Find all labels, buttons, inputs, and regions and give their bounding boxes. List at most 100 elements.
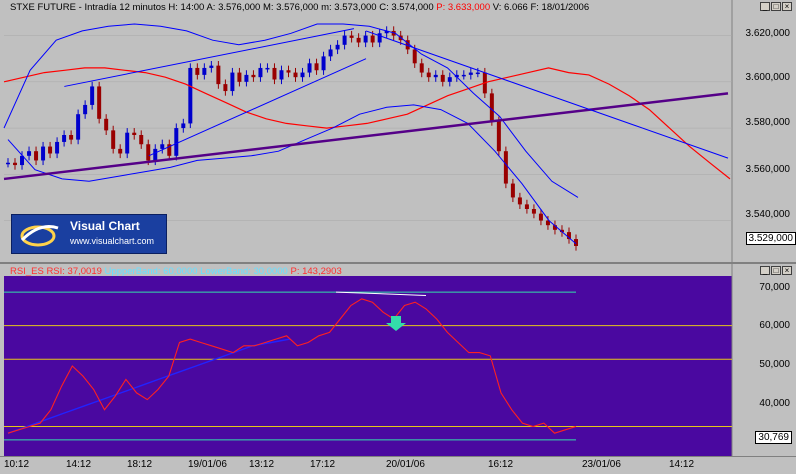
candle-body	[83, 105, 87, 114]
rsi-axis-label: 70,000	[759, 282, 790, 293]
candle-body	[301, 73, 305, 78]
upper-band-label: UppperBand: 60,0000	[105, 266, 198, 277]
candle-body	[181, 123, 185, 128]
candle-body	[195, 68, 199, 75]
candle-body	[315, 63, 319, 70]
trendline	[366, 31, 728, 158]
time-label: H: 14:00	[168, 2, 204, 13]
candle-body	[13, 163, 17, 165]
candle-body	[62, 135, 66, 142]
maximize-button[interactable]: □	[771, 266, 781, 275]
rsi-pane[interactable]: RSI_ES RSI: 37,0019 UppperBand: 60,0000 …	[0, 262, 796, 458]
rsi-axis-label: 60,000	[759, 320, 790, 331]
time-axis: 10:12 14:12 18:12 19/01/06 13:12 17:12 2…	[0, 456, 796, 474]
time-tick-label: 16:12	[488, 459, 513, 470]
trendline	[64, 29, 354, 87]
candle-body	[265, 68, 269, 70]
candle-body	[48, 147, 52, 154]
candle-body	[97, 86, 101, 118]
candle-body	[448, 77, 452, 82]
candle-body	[279, 70, 283, 79]
rsi-axis-label: 50,000	[759, 359, 790, 370]
candle-body	[188, 68, 192, 124]
candle-body	[76, 114, 80, 139]
candle-body	[55, 142, 59, 154]
candle-body	[532, 209, 536, 214]
candle-body	[69, 135, 73, 140]
rsi-plot-area	[4, 276, 732, 456]
candle-body	[90, 86, 94, 105]
candle-body	[469, 73, 473, 75]
candle-body	[539, 214, 543, 221]
candle-body	[118, 149, 122, 154]
volume-label: V: 6.066	[493, 2, 528, 13]
price-axis-label: 3.540,000	[746, 209, 791, 220]
p-value-label: P: 143,2903	[290, 266, 341, 277]
rsi-window-controls: _ □ ×	[760, 266, 792, 275]
candle-body	[490, 93, 494, 121]
rsi-header: RSI_ES RSI: 37,0019 UppperBand: 60,0000 …	[10, 266, 342, 277]
time-tick-label: 23/01/06	[582, 459, 621, 470]
candle-body	[413, 49, 417, 63]
last-rsi-badge: 30,769	[755, 431, 792, 444]
close-button[interactable]: ×	[782, 2, 792, 11]
candle-body	[174, 128, 178, 156]
last-price-badge: 3.529,000	[746, 232, 796, 245]
close-button[interactable]: ×	[782, 266, 792, 275]
candle-body	[230, 73, 234, 92]
swoosh-icon	[18, 220, 62, 248]
candle-body	[476, 73, 480, 75]
candle-body	[111, 130, 115, 149]
candle-body	[104, 119, 108, 131]
candle-body	[41, 147, 45, 161]
rsi-name: RSI_ES	[10, 266, 44, 277]
candle-body	[504, 151, 508, 183]
candle-body	[525, 204, 529, 209]
candle-body	[237, 73, 241, 82]
price-axis-label: 3.560,000	[746, 164, 791, 175]
candle-body	[223, 84, 227, 91]
candle-body	[518, 197, 522, 204]
open-label: A: 3.576,000	[206, 2, 260, 13]
minimize-button[interactable]: _	[760, 2, 770, 11]
candle-body	[258, 68, 262, 77]
rsi-chart[interactable]	[0, 264, 796, 458]
candle-body	[441, 75, 445, 82]
candle-body	[350, 36, 354, 38]
candle-body	[34, 151, 38, 160]
candle-body	[343, 36, 347, 45]
date-label: F: 18/01/2006	[530, 2, 589, 13]
time-tick-label: 13:12	[249, 459, 274, 470]
candle-body	[244, 75, 248, 82]
time-tick-label: 17:12	[310, 459, 335, 470]
candle-body	[497, 121, 501, 151]
candle-body	[139, 135, 143, 144]
price-axis-label: 3.580,000	[746, 117, 791, 128]
time-tick-label: 14:12	[669, 459, 694, 470]
candle-body	[146, 144, 150, 160]
candle-body	[209, 66, 213, 68]
symbol-label: STXE FUTURE	[10, 2, 76, 13]
time-tick-label: 14:12	[66, 459, 91, 470]
time-tick-label: 20/01/06	[386, 459, 425, 470]
price-chart-pane[interactable]: STXE FUTURE - Intradía 12 minutos H: 14:…	[0, 0, 796, 262]
candle-body	[336, 45, 340, 50]
lower-band-label: LowerBand: 30,0000	[200, 266, 288, 277]
time-tick-label: 18:12	[127, 459, 152, 470]
candle-body	[202, 68, 206, 75]
candle-body	[125, 133, 129, 154]
candle-body	[427, 73, 431, 78]
candle-body	[420, 63, 424, 72]
candle-body	[371, 36, 375, 43]
candle-body	[27, 151, 31, 156]
candle-body	[153, 149, 157, 161]
candle-body	[511, 184, 515, 198]
candle-body	[294, 73, 298, 78]
time-tick-label: 19/01/06	[188, 459, 227, 470]
time-tick-label: 10:12	[4, 459, 29, 470]
maximize-button[interactable]: □	[771, 2, 781, 11]
rsi-value-label: RSI: 37,0019	[46, 266, 101, 277]
candle-body	[6, 163, 10, 165]
candle-body	[364, 36, 368, 43]
minimize-button[interactable]: _	[760, 266, 770, 275]
